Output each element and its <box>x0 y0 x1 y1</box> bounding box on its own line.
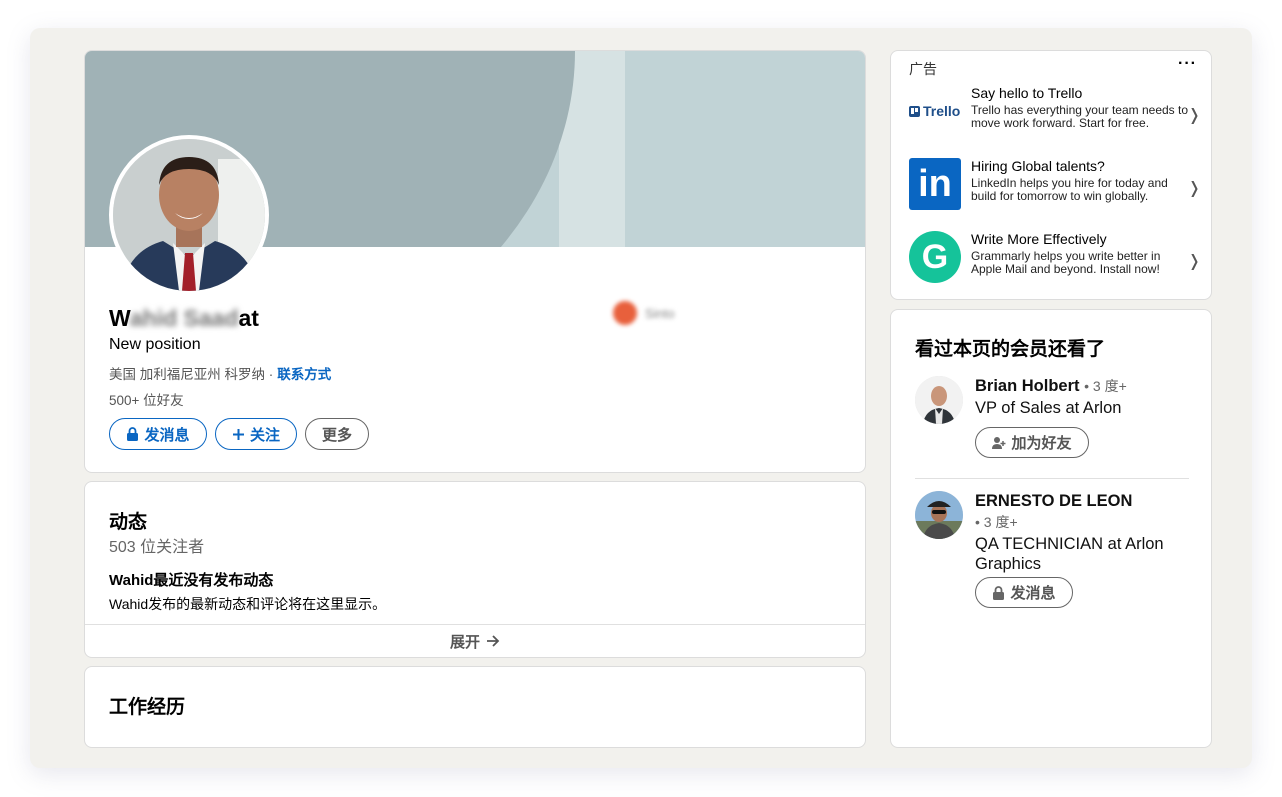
lock-icon <box>993 585 1005 600</box>
people-also-viewed-title: 看过本页的会员还看了 <box>915 339 1106 360</box>
ads-card: 广告 ··· Trello Say hello to Trello Trello… <box>890 50 1212 300</box>
people-also-viewed-card: 看过本页的会员还看了 Brian Holbert • 3 度+ VP of Sa… <box>890 309 1212 748</box>
more-button[interactable]: 更多 <box>305 418 369 450</box>
plus-icon <box>232 428 244 440</box>
ad-item-grammarly[interactable]: G Write More Effectively Grammarly helps… <box>909 231 1201 287</box>
contact-info-link[interactable]: 联系方式 <box>277 367 331 382</box>
trello-logo-icon: Trello <box>909 85 961 137</box>
expand-activity-button[interactable]: 展开 <box>85 624 865 657</box>
message-button[interactable]: 发消息 <box>109 418 207 450</box>
ad-desc: Grammarly helps you write better in Appl… <box>971 249 1161 276</box>
followers-count: 503 位关注者 <box>109 539 205 556</box>
list-item[interactable]: ERNESTO DE LEON • 3 度+ QA TECHNICIAN at A… <box>915 491 1193 611</box>
person-name[interactable]: ERNESTO DE LEON • 3 度+ <box>975 491 1193 533</box>
activity-card: 动态 503 位关注者 Wahid最近没有发布动态 Wahid发布的最新动态和评… <box>84 481 866 658</box>
profile-connections[interactable]: 500+ 位好友 <box>109 389 184 409</box>
ad-title: Say hello to Trello <box>971 85 1083 101</box>
chevron-right-icon: ❭ <box>1187 180 1201 197</box>
ad-item-trello[interactable]: Trello Say hello to Trello Trello has ev… <box>909 85 1201 141</box>
ad-item-linkedin[interactable]: in Hiring Global talents? LinkedIn helps… <box>909 158 1201 214</box>
ad-desc: Trello has everything your team needs to… <box>971 103 1189 130</box>
profile-card: Wahid Saadat New position 美国 加利福尼亚州 科罗纳 … <box>84 50 866 473</box>
avatar[interactable] <box>915 491 963 539</box>
ads-label: 广告 <box>909 61 937 77</box>
list-item[interactable]: Brian Holbert • 3 度+ VP of Sales at Arlo… <box>915 376 1193 466</box>
experience-title: 工作经历 <box>109 697 186 718</box>
ad-desc: LinkedIn helps you hire for today and bu… <box>971 176 1168 203</box>
divider <box>915 478 1189 479</box>
company-logo <box>613 301 637 325</box>
activity-empty-desc: Wahid发布的最新动态和评论将在这里显示。 <box>109 596 387 612</box>
linkedin-logo-icon: in <box>909 158 961 210</box>
person-title: VP of Sales at Arlon <box>975 399 1122 417</box>
person-title: QA TECHNICIAN at Arlon Graphics <box>975 535 1164 573</box>
profile-location: 美国 加利福尼亚州 科罗纳 · 联系方式 <box>109 367 332 382</box>
ad-title: Hiring Global talents? <box>971 158 1105 174</box>
experience-card: 工作经历 <box>84 666 866 748</box>
lock-icon <box>127 427 139 441</box>
arrow-right-icon <box>487 635 500 647</box>
profile-name-redacted: ahid Saad <box>129 305 239 331</box>
current-company[interactable]: Sinto <box>613 301 675 325</box>
grammarly-logo-icon: G <box>909 231 961 283</box>
profile-name: Wahid Saadat <box>109 305 259 331</box>
follow-button[interactable]: 关注 <box>215 418 297 450</box>
person-name[interactable]: Brian Holbert • 3 度+ <box>975 376 1193 397</box>
profile-headline: New position <box>109 336 201 353</box>
message-button[interactable]: 发消息 <box>975 577 1073 608</box>
profile-avatar[interactable] <box>109 135 269 295</box>
ad-title: Write More Effectively <box>971 231 1107 247</box>
activity-title: 动态 <box>109 512 148 533</box>
chevron-right-icon: ❭ <box>1187 253 1201 270</box>
add-person-icon <box>992 436 1006 449</box>
avatar[interactable] <box>915 376 963 424</box>
company-name-redacted: Sinto <box>645 305 675 321</box>
add-connection-button[interactable]: 加为好友 <box>975 427 1089 458</box>
chevron-right-icon: ❭ <box>1187 107 1201 124</box>
ads-more-icon[interactable]: ··· <box>1178 55 1197 73</box>
activity-empty-title: Wahid最近没有发布动态 <box>109 572 274 589</box>
